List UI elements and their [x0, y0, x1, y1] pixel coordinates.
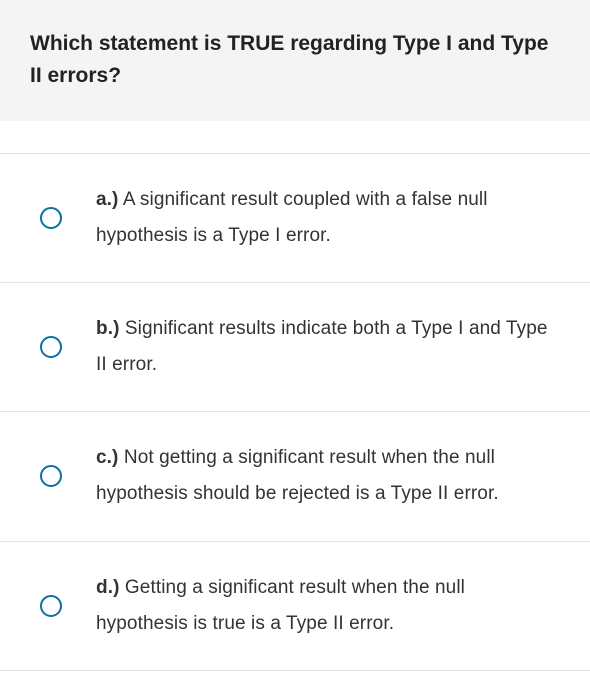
- option-text: b.) Significant results indicate both a …: [96, 311, 560, 383]
- option-letter: a.): [96, 189, 118, 210]
- radio-icon[interactable]: [40, 336, 62, 358]
- radio-icon[interactable]: [40, 465, 62, 487]
- question-title: Which statement is TRUE regarding Type I…: [30, 28, 560, 91]
- option-b[interactable]: b.) Significant results indicate both a …: [0, 283, 590, 412]
- option-letter: b.): [96, 318, 120, 339]
- radio-icon[interactable]: [40, 595, 62, 617]
- option-c[interactable]: c.) Not getting a significant result whe…: [0, 412, 590, 541]
- option-text: a.) A significant result coupled with a …: [96, 182, 560, 254]
- option-body: A significant result coupled with a fals…: [96, 189, 488, 246]
- option-body: Getting a significant result when the nu…: [96, 577, 465, 634]
- option-body: Not getting a significant result when th…: [96, 447, 499, 504]
- option-text: c.) Not getting a significant result whe…: [96, 440, 560, 512]
- option-body: Significant results indicate both a Type…: [96, 318, 548, 375]
- option-a[interactable]: a.) A significant result coupled with a …: [0, 153, 590, 283]
- option-letter: c.): [96, 447, 118, 468]
- question-header: Which statement is TRUE regarding Type I…: [0, 0, 590, 121]
- radio-icon[interactable]: [40, 207, 62, 229]
- option-d[interactable]: d.) Getting a significant result when th…: [0, 542, 590, 671]
- option-text: d.) Getting a significant result when th…: [96, 570, 560, 642]
- options-list: a.) A significant result coupled with a …: [0, 153, 590, 671]
- option-letter: d.): [96, 577, 120, 598]
